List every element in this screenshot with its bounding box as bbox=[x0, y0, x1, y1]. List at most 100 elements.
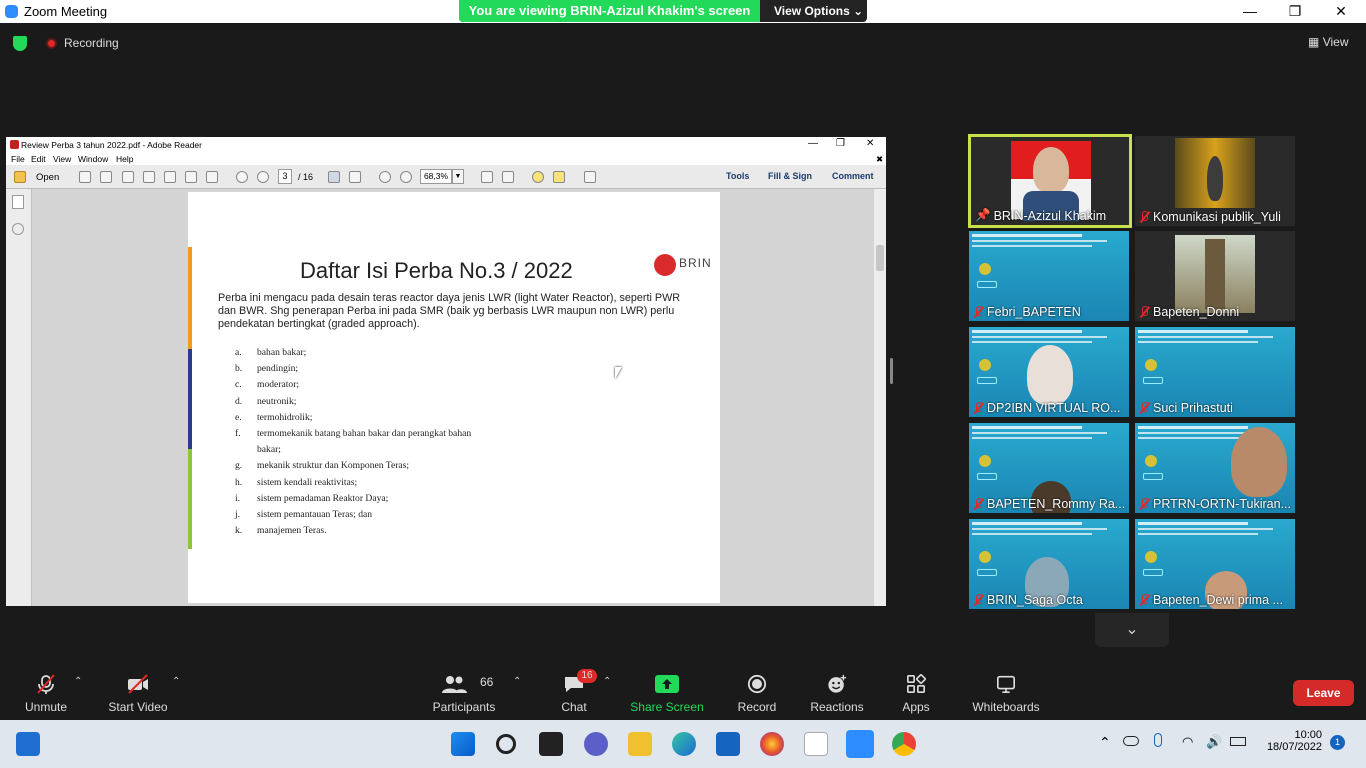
participant-tile[interactable]: BAPETEN_Rommy Ra... bbox=[969, 423, 1129, 513]
zoom-out-icon[interactable] bbox=[379, 171, 391, 183]
leave-button[interactable]: Leave bbox=[1293, 680, 1354, 706]
zoom-input[interactable]: 68,3% bbox=[420, 169, 452, 184]
start-video-button[interactable]: Start Video bbox=[103, 660, 173, 720]
task-view-icon[interactable] bbox=[539, 732, 563, 756]
view-button[interactable]: ▦ View bbox=[1308, 35, 1348, 49]
recording-label[interactable]: Recording bbox=[64, 36, 119, 50]
cloud-icon[interactable] bbox=[143, 171, 155, 183]
restore-button[interactable]: ❐ bbox=[1272, 0, 1318, 23]
clock-time: 10:00 bbox=[1294, 729, 1322, 741]
record-button[interactable]: Record bbox=[732, 660, 782, 720]
expand-icon[interactable] bbox=[584, 171, 596, 183]
windows-start-icon[interactable] bbox=[16, 732, 40, 756]
notification-badge[interactable]: 1 bbox=[1330, 735, 1345, 750]
menu-help[interactable]: Help bbox=[116, 154, 133, 164]
taskbar-clock[interactable]: 10:00 18/07/2022 bbox=[1262, 729, 1322, 753]
participant-tile[interactable]: Bapeten_Dewi prima ... bbox=[1135, 519, 1295, 609]
view-options-button[interactable]: View Options ⌄ bbox=[774, 0, 863, 22]
zoom-in-icon[interactable] bbox=[400, 171, 412, 183]
fill-sign-link[interactable]: Fill & Sign bbox=[768, 171, 812, 181]
open-button[interactable]: Open bbox=[36, 172, 59, 183]
reader-restore-button[interactable]: ❐ bbox=[836, 138, 845, 149]
reactions-button[interactable]: Reactions bbox=[806, 660, 868, 720]
file-explorer-icon[interactable] bbox=[628, 732, 652, 756]
create-icon[interactable] bbox=[79, 171, 91, 183]
minimize-button[interactable]: — bbox=[1227, 0, 1273, 23]
participant-name: DP2IBN VIRTUAL RO... bbox=[973, 401, 1120, 415]
security-shield-icon[interactable] bbox=[13, 36, 27, 51]
teams-chat-icon[interactable] bbox=[584, 732, 608, 756]
participant-tile[interactable]: Bapeten_Donni bbox=[1135, 231, 1295, 321]
menu-window[interactable]: Window bbox=[78, 154, 108, 164]
hand-tool-icon[interactable] bbox=[349, 171, 361, 183]
menu-view[interactable]: View bbox=[53, 154, 71, 164]
wifi-icon[interactable]: ◠ bbox=[1182, 734, 1193, 750]
zoom-taskbar-icon[interactable] bbox=[846, 730, 874, 758]
select-cursor-icon[interactable] bbox=[328, 171, 340, 183]
pages-icon[interactable] bbox=[12, 195, 24, 209]
participant-tile[interactable]: DP2IBN VIRTUAL RO... bbox=[969, 327, 1129, 417]
participant-tile[interactable]: PRTRN-ORTN-Tukiran... bbox=[1135, 423, 1295, 513]
list-item-letter: f. bbox=[235, 427, 241, 439]
chat-button[interactable]: 16 Chat bbox=[548, 660, 600, 720]
microphone-tray-icon[interactable] bbox=[1154, 733, 1162, 747]
chrome-icon[interactable] bbox=[892, 732, 916, 756]
email-icon[interactable] bbox=[206, 171, 218, 183]
print-icon[interactable] bbox=[185, 171, 197, 183]
participants-caret-icon[interactable]: ⌃ bbox=[513, 676, 521, 687]
edit-icon[interactable] bbox=[122, 171, 134, 183]
participant-tile[interactable]: Suci Prihastuti bbox=[1135, 327, 1295, 417]
attachment-icon[interactable] bbox=[12, 223, 24, 235]
list-item-letter: b. bbox=[235, 363, 243, 375]
green-accent-bar bbox=[188, 449, 192, 549]
store-icon[interactable] bbox=[716, 732, 740, 756]
chat-caret-icon[interactable]: ⌃ bbox=[603, 676, 611, 687]
chevron-down-icon: ⌄ bbox=[1125, 621, 1139, 638]
page-up-icon[interactable] bbox=[236, 171, 248, 183]
tray-expand-icon[interactable]: ⌃ bbox=[1099, 734, 1111, 751]
tools-link[interactable]: Tools bbox=[726, 171, 749, 181]
unmute-button[interactable]: Unmute bbox=[16, 660, 76, 720]
audio-options-caret-icon[interactable]: ⌃ bbox=[74, 676, 82, 687]
close-doc-icon[interactable]: ✖ bbox=[876, 154, 883, 165]
battery-icon[interactable] bbox=[1230, 737, 1246, 746]
comment-link[interactable]: Comment bbox=[832, 171, 874, 181]
open-folder-icon[interactable] bbox=[14, 171, 26, 183]
fit-page-icon[interactable] bbox=[502, 171, 514, 183]
highlight-icon[interactable] bbox=[553, 171, 565, 183]
menu-file[interactable]: File bbox=[11, 154, 25, 164]
participant-tile[interactable]: 📌 BRIN-Azizul Khakim bbox=[968, 134, 1132, 228]
firefox-icon[interactable] bbox=[760, 732, 784, 756]
splitter-handle[interactable] bbox=[890, 358, 893, 384]
sticky-note-icon[interactable] bbox=[532, 171, 544, 183]
page-number-input[interactable]: 3 bbox=[278, 169, 292, 184]
volume-icon[interactable]: 🔊 bbox=[1206, 734, 1222, 750]
menu-edit[interactable]: Edit bbox=[31, 154, 46, 164]
save-icon[interactable] bbox=[164, 171, 176, 183]
participant-face bbox=[1231, 427, 1287, 497]
page-down-icon[interactable] bbox=[257, 171, 269, 183]
reader-close-button[interactable]: ✕ bbox=[866, 138, 874, 149]
onedrive-icon[interactable] bbox=[1123, 736, 1139, 746]
start-menu-icon[interactable] bbox=[451, 732, 475, 756]
export-pdf-icon[interactable] bbox=[100, 171, 112, 183]
participant-face bbox=[1033, 147, 1069, 193]
video-options-caret-icon[interactable]: ⌃ bbox=[172, 676, 180, 687]
participant-tile[interactable]: Febri_BAPETEN bbox=[969, 231, 1129, 321]
participant-tile[interactable]: Komunikasi publik_Yuli bbox=[1135, 136, 1295, 226]
apps-button[interactable]: Apps bbox=[896, 660, 936, 720]
reader-minimize-button[interactable]: — bbox=[808, 138, 818, 149]
participant-tile[interactable]: BRIN_Saga Octa bbox=[969, 519, 1129, 609]
reader-scrollbar[interactable] bbox=[874, 189, 886, 606]
fit-width-icon[interactable] bbox=[481, 171, 493, 183]
search-icon[interactable] bbox=[496, 734, 516, 754]
close-button[interactable]: ✕ bbox=[1318, 0, 1364, 23]
share-screen-button[interactable]: Share Screen bbox=[630, 660, 704, 720]
whiteboards-button[interactable]: Whiteboards bbox=[966, 660, 1046, 720]
amazon-icon[interactable] bbox=[804, 732, 828, 756]
participants-button[interactable]: 66 Participants bbox=[428, 660, 500, 720]
zoom-dropdown-icon[interactable]: ▼ bbox=[452, 169, 464, 184]
edge-icon[interactable] bbox=[672, 732, 696, 756]
gallery-next-page-button[interactable]: ⌄ bbox=[1095, 613, 1169, 647]
scroll-thumb[interactable] bbox=[876, 245, 884, 271]
